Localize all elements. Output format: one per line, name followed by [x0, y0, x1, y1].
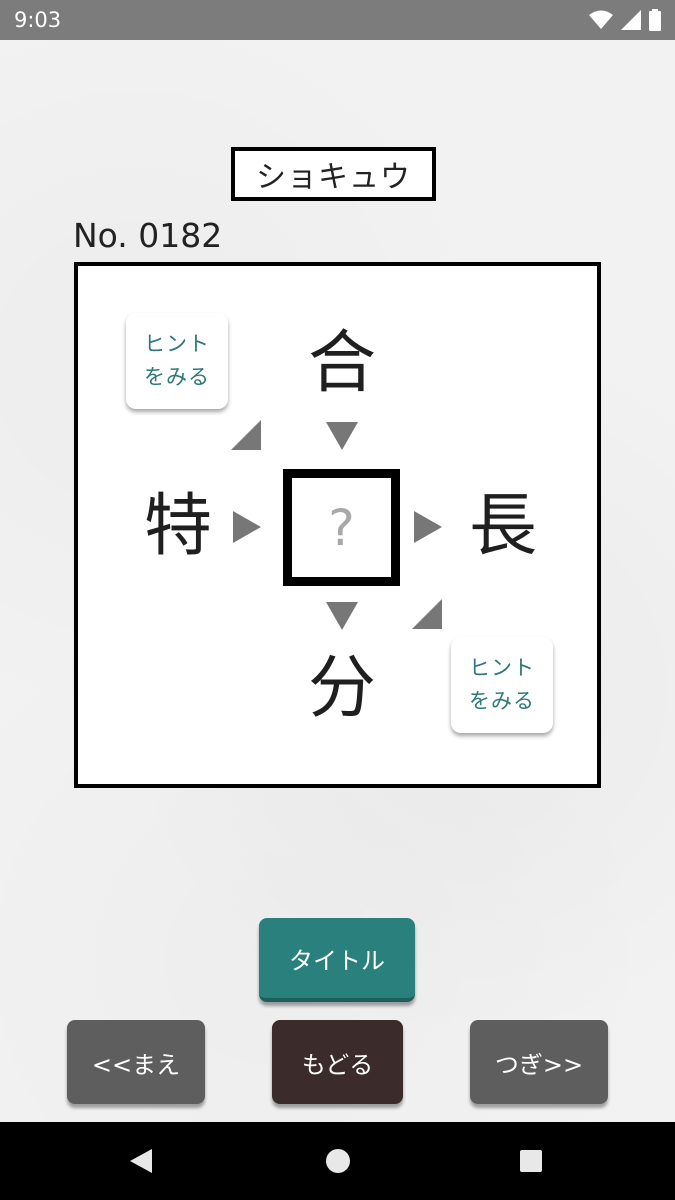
status-time: 9:03 — [14, 8, 62, 32]
cell-signal-icon — [621, 10, 641, 30]
kanji-left: 特 — [143, 487, 212, 566]
wifi-icon — [589, 10, 613, 29]
hint-label-line2: をみる — [144, 365, 210, 389]
arrow-up-icon — [326, 602, 358, 630]
next-button[interactable]: つぎ>> — [470, 1020, 608, 1104]
arrow-right-icon — [233, 511, 261, 543]
hint-button-top-left[interactable]: ヒント をみる — [126, 313, 228, 409]
nav-home-icon[interactable] — [325, 1148, 351, 1174]
arrow-right-icon — [414, 511, 442, 543]
puzzle-number: No. 0182 — [73, 216, 223, 255]
arrow-diagonal-icon — [231, 420, 261, 450]
previous-button[interactable]: <<まえ — [67, 1020, 205, 1104]
kanji-top: 合 — [307, 324, 376, 403]
arrow-down-icon — [326, 422, 358, 450]
answer-placeholder: ? — [328, 498, 355, 557]
level-label: ショキュウ — [231, 147, 436, 201]
navigation-bar — [0, 1122, 675, 1200]
level-label-text: ショキュウ — [256, 160, 411, 195]
status-icons — [589, 9, 661, 31]
arrow-diagonal-icon — [412, 599, 442, 629]
back-button[interactable]: もどる — [272, 1020, 403, 1104]
hint-button-bottom-right[interactable]: ヒント をみる — [451, 637, 553, 733]
status-bar: 9:03 — [0, 0, 675, 40]
title-button[interactable]: タイトル — [259, 918, 415, 1002]
kanji-right: 長 — [468, 487, 537, 566]
hint-label-line2: をみる — [469, 689, 535, 713]
answer-box[interactable]: ? — [283, 469, 400, 586]
kanji-bottom: 分 — [307, 649, 376, 728]
nav-recents-icon[interactable] — [519, 1149, 543, 1173]
hint-label-line1: ヒント — [469, 656, 535, 681]
hint-label-line1: ヒント — [144, 332, 210, 357]
battery-icon — [649, 9, 661, 31]
nav-back-icon[interactable] — [127, 1147, 155, 1175]
puzzle-board: 合 特 長 分 ? ヒント をみる ヒント をみる — [74, 262, 601, 788]
